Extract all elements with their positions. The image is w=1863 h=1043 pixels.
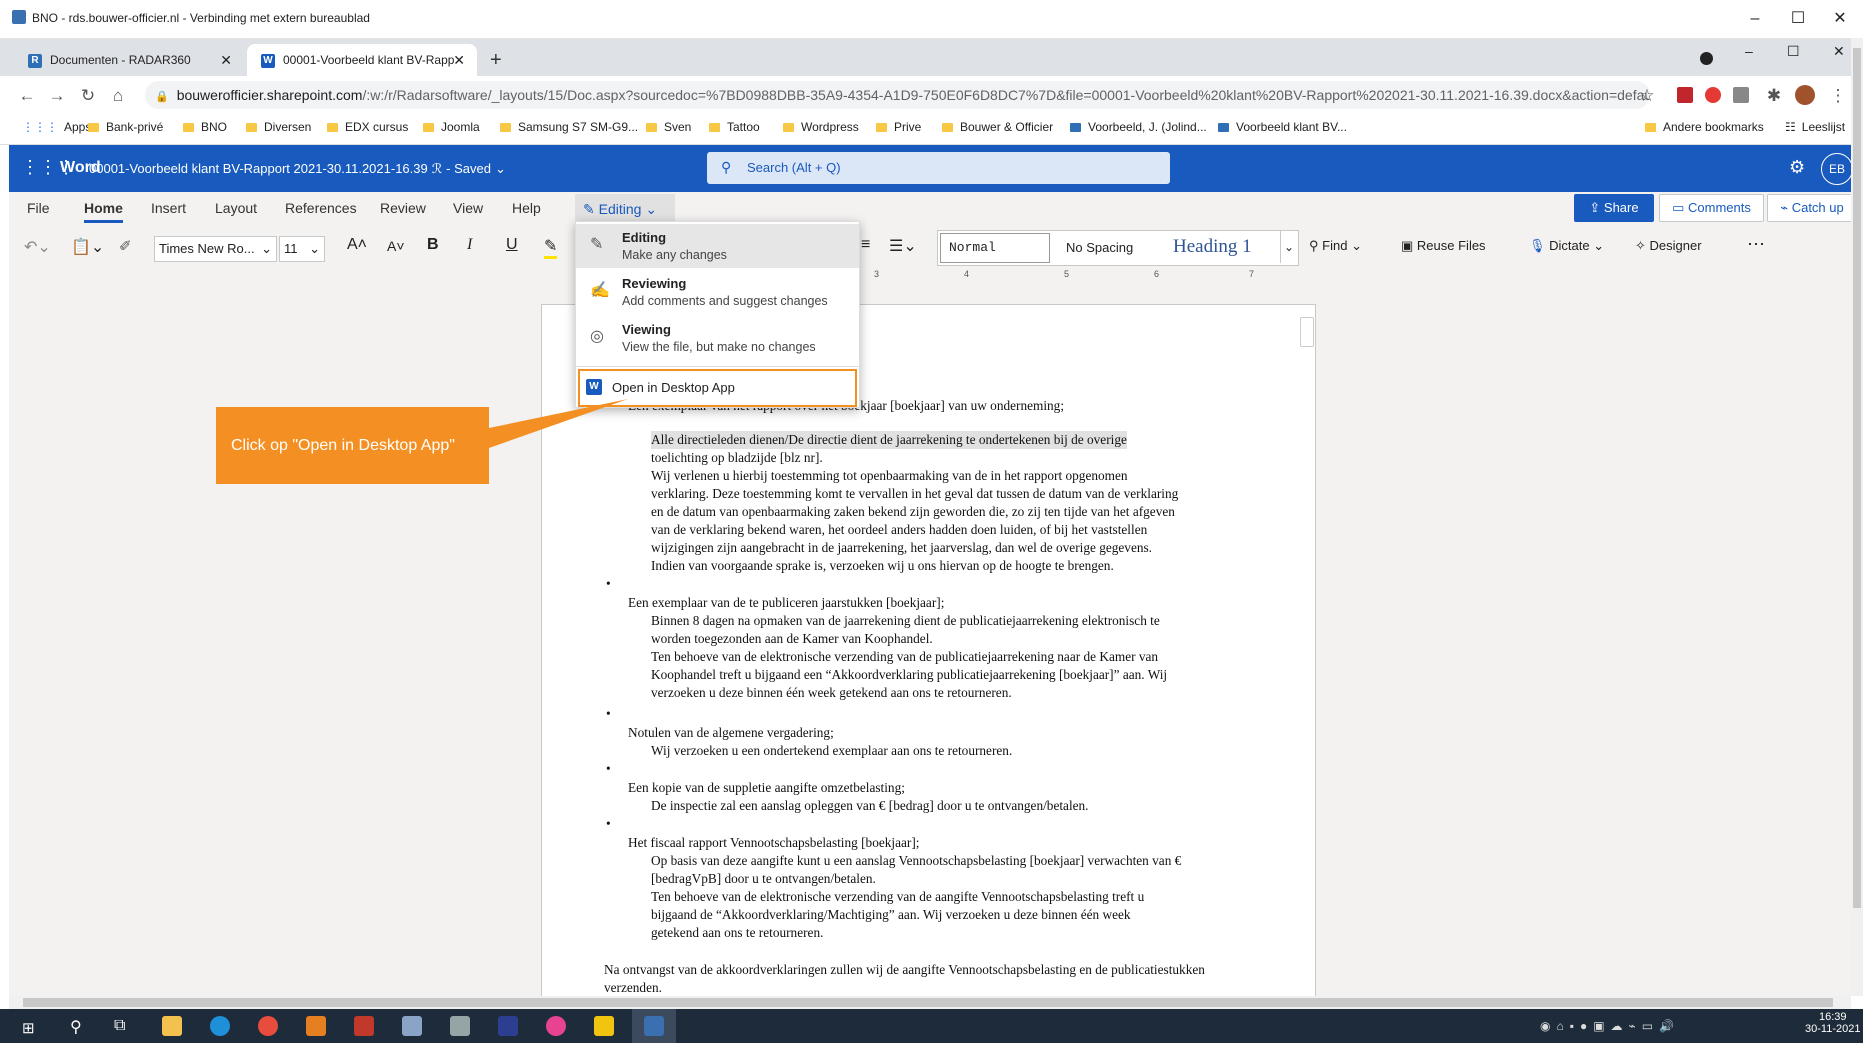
scrollbar-thumb[interactable]: [23, 998, 1833, 1007]
app-icon[interactable]: [546, 1016, 566, 1036]
system-tray-icons[interactable]: ◉⌂▪●▣☁⌁▭🔊: [1540, 1019, 1680, 1033]
app-icon[interactable]: [594, 1016, 614, 1036]
instruction-callout: Click op "Open in Desktop App": [216, 407, 489, 484]
app-icon[interactable]: [306, 1016, 326, 1036]
app-icon[interactable]: [402, 1016, 422, 1036]
windows-start-icon[interactable]: ⊞: [22, 1019, 35, 1037]
clock-date: 30-11-2021: [1805, 1023, 1861, 1035]
scrollbar-thumb[interactable]: [1853, 48, 1861, 908]
callout-text: Click op "Open in Desktop App": [231, 437, 455, 454]
file-explorer-icon[interactable]: [162, 1016, 182, 1036]
vertical-scrollbar[interactable]: [1851, 38, 1863, 996]
save-disk-icon[interactable]: [498, 1016, 518, 1036]
clock[interactable]: 16:39 30-11-2021: [1805, 1011, 1860, 1035]
taskbar: ⊞ ⚲ ⧉ ◉⌂▪●▣☁⌁▭🔊 16:39 30-11-2021: [0, 1009, 1863, 1043]
edge-icon[interactable]: [210, 1016, 230, 1036]
search-icon[interactable]: ⚲: [70, 1017, 82, 1037]
chrome-icon[interactable]: [258, 1016, 278, 1036]
remote-desktop-icon: [644, 1016, 664, 1036]
callout-pointer: [489, 399, 628, 448]
app-icon[interactable]: [354, 1016, 374, 1036]
callout-arrow: [489, 399, 628, 448]
task-view-icon[interactable]: ⧉: [114, 1017, 125, 1035]
remote-desktop-taskbar-item[interactable]: [632, 1009, 676, 1043]
calculator-icon[interactable]: [450, 1016, 470, 1036]
clock-time: 16:39: [1818, 1011, 1847, 1023]
horizontal-scrollbar[interactable]: [9, 996, 1851, 1009]
